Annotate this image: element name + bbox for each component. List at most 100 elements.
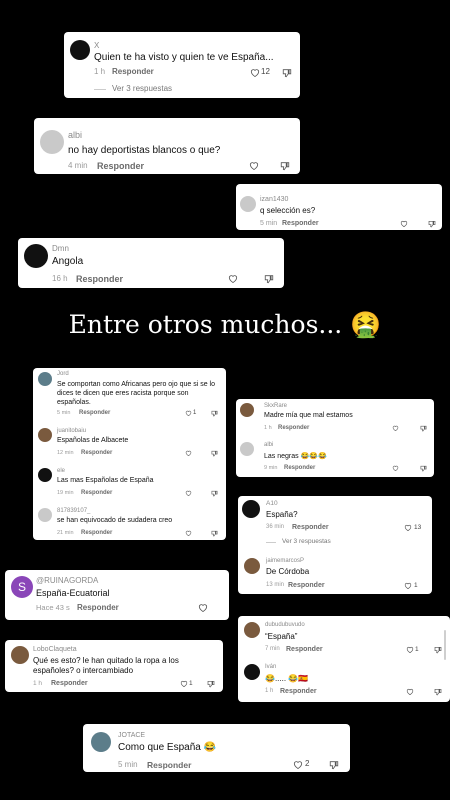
dislike-icon[interactable]	[211, 490, 218, 497]
reply-button[interactable]: Responder	[280, 688, 317, 695]
heart-icon[interactable]	[185, 530, 192, 536]
avatar[interactable]	[91, 732, 111, 752]
heart-icon[interactable]	[400, 220, 408, 227]
reply-button[interactable]: Responder	[81, 490, 112, 496]
scrollbar[interactable]	[444, 630, 446, 660]
dislike-icon[interactable]	[211, 410, 218, 417]
view-replies-link[interactable]: Ver 3 respuestas	[282, 538, 331, 545]
comment-card: albi no hay deportistas blancos o que? 4…	[34, 118, 300, 174]
dislike-icon[interactable]	[280, 161, 290, 171]
dislike-icon[interactable]	[211, 450, 218, 457]
comment-card-group: dubudubuvudo “España” 7 min Responder 1 …	[238, 616, 450, 702]
dislike-icon[interactable]	[420, 425, 427, 432]
comment-username[interactable]: 817839107_	[57, 508, 90, 514]
comment-username[interactable]: SkxRare	[264, 403, 287, 409]
avatar[interactable]	[11, 646, 29, 664]
heart-icon[interactable]	[228, 274, 238, 283]
avatar[interactable]	[70, 40, 90, 60]
reply-button[interactable]: Responder	[79, 410, 110, 416]
heart-icon[interactable]	[392, 465, 399, 471]
reply-button[interactable]: Responder	[147, 760, 191, 770]
heart-icon[interactable]	[185, 410, 192, 416]
reply-button[interactable]: Responder	[286, 646, 323, 653]
avatar[interactable]	[244, 622, 260, 638]
comment-time: 21 min	[57, 530, 74, 536]
avatar[interactable]	[240, 196, 256, 212]
heart-icon[interactable]	[406, 646, 414, 653]
dislike-icon[interactable]	[434, 688, 442, 696]
avatar[interactable]	[240, 403, 254, 417]
dislike-icon[interactable]	[329, 760, 339, 770]
comment-username[interactable]: juanitobaiu	[57, 428, 86, 434]
comment-username[interactable]: ele	[57, 468, 65, 474]
comment-username[interactable]: Jord	[57, 371, 69, 377]
heart-icon[interactable]	[293, 760, 303, 769]
comment-time: 12 min	[57, 450, 74, 456]
comment-time: 5 min	[118, 760, 138, 769]
heart-icon[interactable]	[406, 688, 414, 695]
heart-icon[interactable]	[249, 161, 259, 170]
comment-username[interactable]: Iván	[265, 664, 276, 670]
heart-icon[interactable]	[392, 425, 399, 431]
comment-username[interactable]: izan1430	[260, 196, 288, 203]
comment-username[interactable]: JOTACE	[118, 732, 145, 739]
avatar[interactable]	[24, 244, 48, 268]
comment-time: 1 h	[33, 680, 43, 687]
dislike-icon[interactable]	[420, 465, 427, 472]
avatar[interactable]	[38, 428, 52, 442]
heart-icon[interactable]	[185, 490, 192, 496]
comment-username[interactable]: jaimemarcosP	[266, 558, 304, 564]
avatar[interactable]	[242, 500, 260, 518]
replies-divider	[94, 89, 106, 90]
reply-button[interactable]: Responder	[112, 67, 154, 76]
avatar[interactable]: S	[11, 576, 33, 598]
dislike-icon[interactable]	[207, 680, 215, 688]
heart-icon[interactable]	[404, 582, 412, 589]
comment-text: Las mas Españolas de España	[57, 477, 154, 484]
reply-button[interactable]: Responder	[97, 161, 144, 171]
overlay-text: Entre otros muchos...	[68, 310, 343, 339]
comment-username[interactable]: Dmn	[52, 244, 69, 253]
avatar[interactable]	[240, 442, 254, 456]
heart-icon[interactable]	[185, 450, 192, 456]
reply-button[interactable]: Responder	[81, 530, 112, 536]
comment-username[interactable]: albi	[264, 442, 273, 448]
comment-time: 5 min	[57, 410, 71, 416]
heart-icon[interactable]	[198, 603, 208, 612]
reply-button[interactable]: Responder	[51, 680, 88, 687]
avatar[interactable]	[38, 372, 52, 386]
view-replies-link[interactable]: Ver 3 respuestas	[112, 84, 172, 93]
reply-button[interactable]: Responder	[282, 220, 319, 227]
comment-username[interactable]: A10	[266, 500, 278, 507]
avatar[interactable]	[244, 558, 260, 574]
reply-button[interactable]: Responder	[77, 603, 119, 612]
dislike-icon[interactable]	[428, 220, 436, 228]
heart-icon[interactable]	[250, 68, 260, 77]
comment-text: se han equivocado de sudadera creo	[57, 517, 173, 524]
dislike-icon[interactable]	[282, 68, 292, 78]
reply-button[interactable]: Responder	[292, 524, 329, 531]
comment-username[interactable]: albi	[68, 130, 82, 140]
comment-username[interactable]: LoboClaqueta	[33, 646, 77, 653]
avatar[interactable]	[40, 130, 64, 154]
comment-text: Españolas de Albacete	[57, 437, 129, 444]
avatar[interactable]	[244, 664, 260, 680]
reply-button[interactable]: Responder	[288, 582, 325, 589]
reply-button[interactable]: Responder	[284, 465, 315, 471]
avatar[interactable]	[38, 508, 52, 522]
dislike-icon[interactable]	[434, 646, 442, 654]
dislike-icon[interactable]	[211, 530, 218, 537]
comment-username[interactable]: @RUINAGORDA	[36, 576, 98, 585]
comment-card-group: A10 España? 36 min Responder 13 Ver 3 re…	[238, 496, 432, 594]
reply-button[interactable]: Responder	[278, 425, 309, 431]
comment-username[interactable]: dubudubuvudo	[265, 622, 305, 628]
heart-icon[interactable]	[180, 680, 188, 687]
heart-icon[interactable]	[404, 524, 412, 531]
comment-username[interactable]: X	[94, 41, 99, 50]
reply-button[interactable]: Responder	[76, 274, 123, 284]
comment-time: 1 h	[94, 67, 106, 76]
avatar[interactable]	[38, 468, 52, 482]
dislike-icon[interactable]	[264, 274, 274, 284]
reply-button[interactable]: Responder	[81, 450, 112, 456]
comment-card: LoboClaqueta Qué es esto? le han quitado…	[5, 640, 223, 692]
